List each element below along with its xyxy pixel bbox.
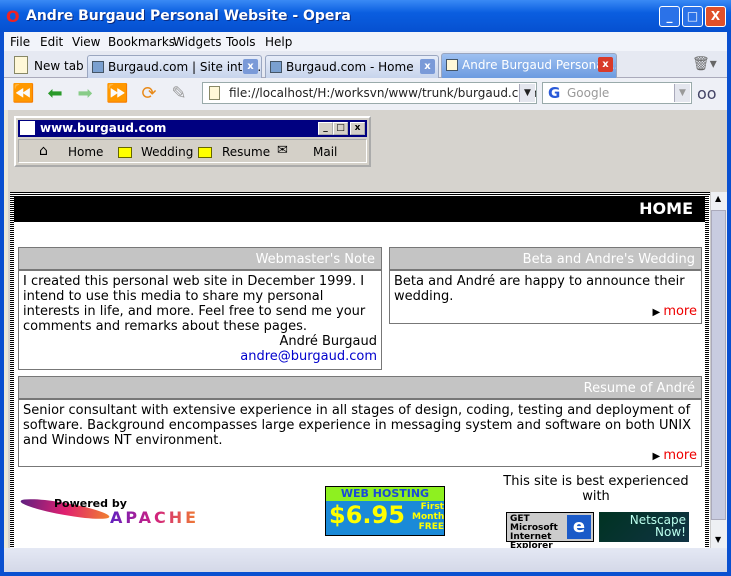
right-border [705, 196, 709, 548]
search-placeholder: Google [567, 86, 610, 100]
box-title: Webmaster's Note [19, 248, 381, 271]
menu-bar: File Edit View Bookmarks Widgets Tools H… [4, 32, 727, 51]
site-logo-icon [20, 121, 35, 135]
reload-icon[interactable]: ⟳ [138, 83, 160, 104]
new-tab-button[interactable]: New tab [10, 55, 84, 77]
back-icon[interactable]: ⬅ [44, 83, 66, 104]
glasses-icon[interactable]: oo [697, 84, 717, 103]
status-bar [4, 548, 727, 572]
search-field[interactable]: G Google ▼ [542, 82, 692, 104]
wedding-box: Beta and Andre's Wedding Beta and André … [389, 247, 702, 324]
ie-badge[interactable]: GET Microsoft Internet Explorer e [506, 512, 594, 551]
hosting-offer: First Month FREE [412, 502, 445, 532]
best-experienced-text: This site is best experienced with [503, 474, 689, 504]
mini-window-title-bar: www.burgaud.com _ □ x [18, 120, 367, 137]
note-text: I created this personal web site in Dece… [23, 274, 366, 334]
menu-view[interactable]: View [72, 35, 100, 49]
trash-icon[interactable]: 🗑▾ [692, 56, 717, 72]
scroll-down-icon[interactable]: ▼ [715, 535, 721, 544]
folder-icon [118, 147, 132, 158]
address-dropdown-icon[interactable]: ▼ [519, 84, 535, 102]
tab-close-icon[interactable]: x [598, 57, 613, 72]
tab-site-interface[interactable]: Burgaud.com | Site inter... x [87, 55, 262, 78]
page-header: HOME [14, 196, 705, 222]
window-title: Andre Burgaud Personal Website - Opera [26, 8, 351, 24]
nav-home[interactable]: Home [68, 145, 103, 159]
left-border [10, 196, 14, 548]
page-icon [209, 86, 220, 100]
box-title: Beta and Andre's Wedding [390, 248, 701, 271]
apache-word: APACHE [110, 508, 200, 527]
mini-close-icon: x [350, 122, 365, 135]
fast-forward-icon[interactable]: ⏩ [106, 83, 128, 104]
mini-window: www.burgaud.com _ □ x ⌂ Home Wedding Res… [14, 116, 371, 167]
arrow-right-icon: ▶ [652, 307, 664, 318]
scrollbar-thumb[interactable] [711, 210, 726, 520]
tab-close-icon[interactable]: x [243, 59, 258, 74]
mini-window-title: www.burgaud.com [40, 121, 167, 135]
netscape-badge[interactable]: Netscape Now! [599, 512, 689, 542]
hosting-price: $6.95 [329, 501, 405, 529]
page-icon [270, 61, 282, 73]
mini-minimize-icon: _ [318, 122, 333, 135]
scroll-up-icon[interactable]: ▲ [715, 194, 721, 203]
address-field[interactable]: file://localhost/H:/worksvn/www/trunk/bu… [202, 82, 537, 104]
new-tab-icon [14, 56, 28, 74]
box-title: Resume of André [19, 377, 701, 400]
resume-text: Senior consultant with extensive experie… [23, 403, 692, 448]
minimize-button[interactable]: _ [659, 6, 680, 27]
ie-badge-text: GET Microsoft Internet Explorer [510, 514, 558, 551]
tab-close-icon[interactable]: x [420, 59, 435, 74]
edit-icon[interactable]: ✎ [168, 83, 190, 104]
mini-maximize-icon: □ [333, 122, 348, 135]
tab-label: Andre Burgaud Personal ... [462, 58, 617, 72]
menu-widgets[interactable]: Widgets [173, 35, 222, 49]
opera-logo-icon: O [6, 7, 20, 26]
resume-more-link[interactable]: more [663, 448, 697, 463]
note-signature: André Burgaud [279, 334, 377, 349]
tab-label: Burgaud.com | Site inter... [108, 60, 262, 74]
wedding-more-link[interactable]: more [663, 304, 697, 319]
mail-icon: ✉ [277, 143, 288, 158]
menu-bookmarks[interactable]: Bookmarks [108, 35, 175, 49]
menu-tools[interactable]: Tools [226, 35, 256, 49]
menu-edit[interactable]: Edit [40, 35, 63, 49]
arrow-right-icon: ▶ [652, 451, 664, 462]
maximize-button[interactable]: □ [682, 6, 703, 27]
tab-bar: New tab Burgaud.com | Site inter... x Bur… [4, 51, 727, 78]
page-icon [92, 61, 104, 73]
google-icon: G [548, 84, 561, 102]
menu-file[interactable]: File [10, 35, 30, 49]
rewind-icon[interactable]: ⏪ [12, 83, 34, 104]
address-text: file://localhost/H:/worksvn/www/trunk/bu… [229, 86, 536, 100]
nav-wedding[interactable]: Wedding [141, 145, 193, 159]
web-hosting-ad[interactable]: WEB HOSTING $6.95 First Month FREE [325, 486, 445, 536]
navigation-bar: ⏪ ⬅ ➡ ⏩ ⟳ ✎ file://localhost/H:/worksvn/… [4, 78, 727, 110]
webmasters-note-box: Webmaster's Note I created this personal… [18, 247, 382, 370]
folder-icon [198, 147, 212, 158]
search-dropdown-icon[interactable]: ▼ [674, 84, 690, 102]
hosting-title: WEB HOSTING [326, 487, 444, 501]
title-bar: O Andre Burgaud Personal Website - Opera… [0, 0, 731, 32]
wedding-text: Beta and André are happy to announce the… [394, 274, 685, 304]
page-icon [446, 59, 458, 71]
powered-by-apache-logo[interactable]: Powered by APACHE [19, 495, 270, 527]
home-icon: ⌂ [39, 143, 48, 159]
mini-nav-bar: ⌂ Home Wedding Resume ✉ Mail [18, 139, 367, 163]
resume-box: Resume of André Senior consultant with e… [18, 376, 702, 467]
close-button[interactable]: X [705, 6, 726, 27]
tab-burgaud-home[interactable]: Burgaud.com - Home x [265, 55, 439, 78]
menu-help[interactable]: Help [265, 35, 292, 49]
tab-label: Burgaud.com - Home [286, 60, 414, 74]
forward-icon[interactable]: ➡ [74, 83, 96, 104]
new-tab-label: New tab [34, 59, 84, 73]
nav-resume[interactable]: Resume [222, 145, 270, 159]
tab-andre-burgaud[interactable]: Andre Burgaud Personal ... x [441, 53, 617, 78]
email-link[interactable]: andre@burgaud.com [240, 349, 377, 364]
nav-mail[interactable]: Mail [313, 145, 337, 159]
ie-logo-icon: e [567, 515, 591, 539]
